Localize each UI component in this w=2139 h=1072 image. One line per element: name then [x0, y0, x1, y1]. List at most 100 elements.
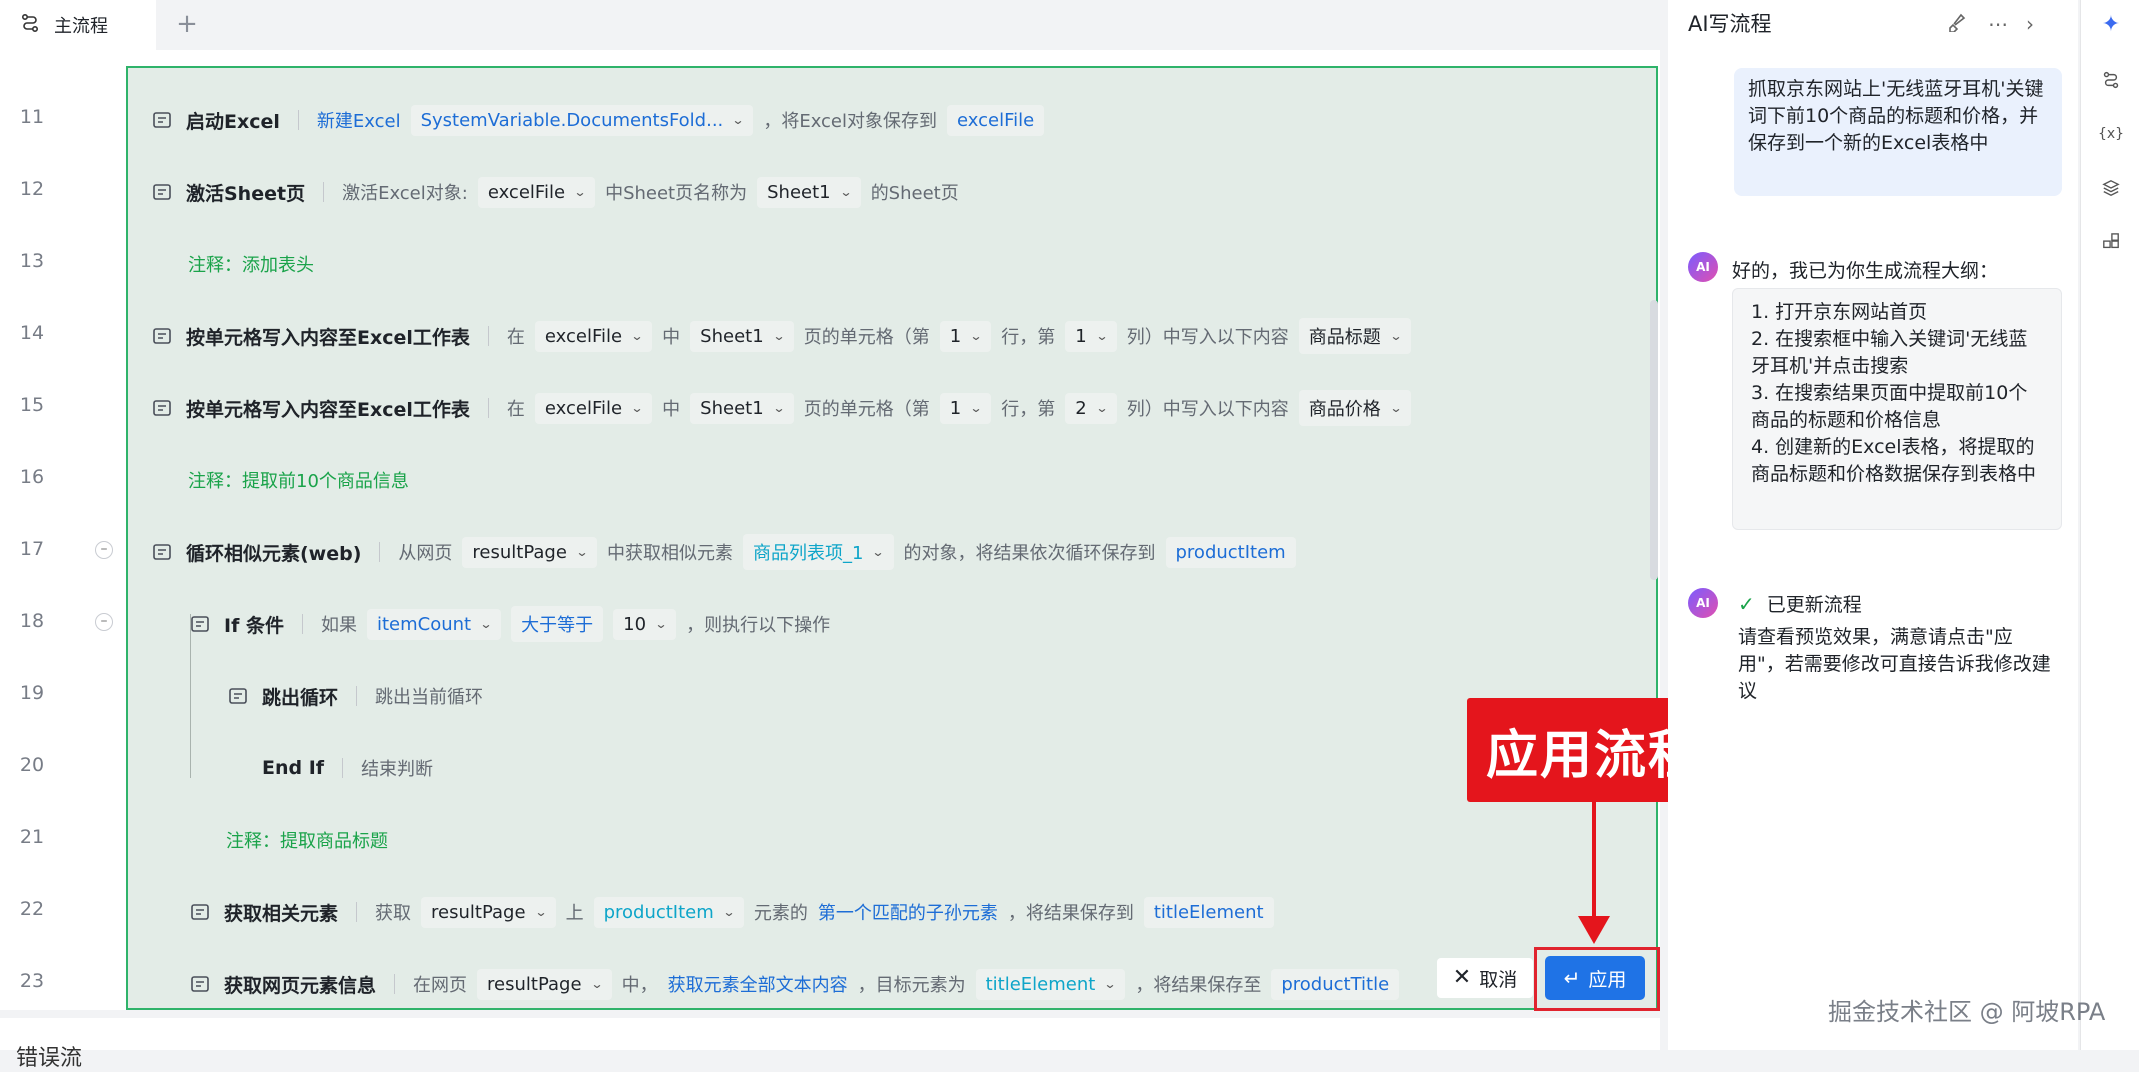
- divider: [379, 542, 381, 562]
- ai-sparkle-icon[interactable]: ✦: [2097, 10, 2125, 38]
- flow-step-row[interactable]: 按单元格写入内容至Excel工作表 在 excelFile ⌄ 中 Sheet1 ⌄ 页的单元…: [150, 383, 1421, 433]
- param-link[interactable]: 第一个匹配的子孙元素: [818, 899, 998, 925]
- chevron-down-icon: ⌄: [1389, 401, 1403, 415]
- outline-box: 1. 打开京东网站首页 2. 在搜索框中输入关键词'无线蓝牙耳机'并点击搜索 3…: [1732, 288, 2062, 530]
- step-text: 列）中写入以下内容: [1126, 327, 1289, 348]
- apply-button[interactable]: ↵ 应用: [1545, 956, 1645, 1000]
- variable-icon[interactable]: {x}: [2097, 120, 2125, 148]
- step-text: 行，第: [1001, 327, 1056, 348]
- step-text: 在: [506, 399, 525, 420]
- flow-step-row[interactable]: 激活Sheet页 激活Excel对象: excelFile ⌄ 中Sheet页名称为 Sh…: [150, 167, 969, 217]
- outline-item: 3. 在搜索结果页面中提取前10个商品的标题和价格信息: [1751, 382, 2028, 431]
- chevron-down-icon: ⌄: [969, 401, 983, 415]
- flow-step-row[interactable]: 注释：提取前10个商品信息: [188, 455, 409, 505]
- param-variable[interactable]: 大于等于: [511, 606, 604, 642]
- divider: [487, 326, 489, 346]
- watermark: 掘金技术社区 @ 阿坡RPA: [1828, 998, 2106, 1026]
- chevron-right-icon[interactable]: ›: [2026, 12, 2034, 36]
- param-variable[interactable]: titleElement: [1143, 896, 1274, 928]
- divider: [356, 686, 358, 706]
- param-dropdown[interactable]: Sheet1 ⌄: [757, 176, 861, 208]
- excel-write-icon: [150, 324, 174, 348]
- param-variable[interactable]: productTitle: [1271, 968, 1400, 1000]
- line-number: 23: [19, 970, 45, 992]
- param-variable[interactable]: productItem: [1165, 536, 1296, 568]
- step-text: 结束判断: [361, 759, 434, 780]
- flow-step-row[interactable]: 获取相关元素 获取 resultPage ⌄ 上 productItem ⌄ 元素的 第一个匹配…: [188, 887, 1284, 937]
- flow-step-row[interactable]: End If 结束判断: [262, 743, 443, 793]
- param-dropdown[interactable]: excelFile ⌄: [534, 392, 653, 424]
- flow-step-row[interactable]: If 条件 如果 itemCount ⌄ 大于等于 10 ⌄ ，则执行以下操作: [188, 599, 840, 649]
- param-dropdown[interactable]: itemCount ⌄: [366, 608, 502, 640]
- param-dropdown[interactable]: SystemVariable.DocumentsFold... ⌄: [410, 104, 754, 136]
- components-icon[interactable]: [2097, 228, 2125, 256]
- param-dropdown[interactable]: 1 ⌄: [939, 392, 992, 424]
- param-dropdown[interactable]: excelFile ⌄: [477, 176, 596, 208]
- brush-icon[interactable]: [1946, 12, 1966, 37]
- param-dropdown[interactable]: resultPage ⌄: [477, 968, 612, 1000]
- step-comment: 注释：提取商品标题: [226, 831, 388, 852]
- step-text: ，目标元素为: [857, 975, 966, 996]
- flow-step-row[interactable]: 注释：添加表头: [188, 239, 314, 289]
- layers-icon[interactable]: [2097, 174, 2125, 202]
- flow-step-row[interactable]: 获取网页元素信息 在网页 resultPage ⌄ 中， 获取元素全部文本内容 ，目标元素为…: [188, 959, 1409, 1009]
- flow-step-row[interactable]: 启动Excel 新建Excel SystemVariable.DocumentsFo…: [150, 95, 1054, 145]
- more-icon[interactable]: ⋯: [1988, 12, 2008, 36]
- tab-bar: 主流程 +: [0, 0, 1668, 50]
- flow-icon[interactable]: [2097, 66, 2125, 94]
- param-value: 大于等于: [521, 615, 594, 636]
- param-dropdown[interactable]: titleElement ⌄: [975, 968, 1126, 1000]
- param-dropdown[interactable]: resultPage ⌄: [421, 896, 556, 928]
- param-dropdown[interactable]: 10 ⌄: [613, 608, 677, 640]
- flow-step-row[interactable]: 注释：提取商品标题: [226, 815, 388, 865]
- webpage-info-icon: [188, 972, 212, 996]
- tab-main-label: 主流程: [54, 16, 108, 37]
- tab-main-flow[interactable]: 主流程: [0, 0, 156, 50]
- param-dropdown[interactable]: productItem ⌄: [593, 896, 744, 928]
- fold-toggle[interactable]: –: [95, 541, 113, 559]
- flow-step-row[interactable]: 跳出循环 跳出当前循环: [226, 671, 493, 721]
- param-dropdown[interactable]: resultPage ⌄: [462, 536, 597, 568]
- param-dropdown[interactable]: 商品价格 ⌄: [1298, 390, 1411, 426]
- param-link[interactable]: 新建Excel: [317, 107, 401, 133]
- divider: [394, 974, 396, 994]
- param-link[interactable]: 获取元素全部文本内容: [668, 971, 848, 997]
- user-message: 抓取京东网站上'无线蓝牙耳机'关键词下前10个商品的标题和价格，并保存到一个新的…: [1734, 68, 2062, 196]
- line-number: 15: [19, 394, 45, 416]
- param-dropdown[interactable]: 商品列表项_1 ⌄: [742, 534, 894, 570]
- step-text: ，将结果保存到: [1007, 903, 1134, 924]
- param-dropdown[interactable]: 1 ⌄: [1065, 320, 1117, 352]
- param-dropdown[interactable]: Sheet1 ⌄: [690, 320, 794, 352]
- param-value: resultPage: [487, 973, 582, 995]
- param-dropdown[interactable]: 商品标题 ⌄: [1298, 318, 1411, 354]
- add-tab-button[interactable]: +: [172, 10, 202, 40]
- if-branch-icon: [188, 612, 212, 636]
- flow-step-row[interactable]: 按单元格写入内容至Excel工作表 在 excelFile ⌄ 中 Sheet1 ⌄ 页的单元…: [150, 311, 1421, 361]
- line-number: 13: [19, 250, 45, 272]
- line-number: 22: [19, 898, 45, 920]
- param-value: 商品标题: [1308, 327, 1381, 348]
- fold-toggle[interactable]: –: [95, 613, 113, 631]
- chevron-down-icon: ⌄: [590, 977, 604, 991]
- param-dropdown[interactable]: 1 ⌄: [939, 320, 992, 352]
- error-flow-tab[interactable]: 错误流: [16, 1040, 82, 1072]
- step-title: 启动Excel: [186, 110, 280, 133]
- param-dropdown[interactable]: 2 ⌄: [1065, 392, 1117, 424]
- param-dropdown[interactable]: excelFile ⌄: [534, 320, 653, 352]
- step-comment: 注释：提取前10个商品信息: [188, 471, 409, 492]
- step-text: 的对象，将结果依次循环保存到: [903, 543, 1156, 564]
- param-dropdown[interactable]: Sheet1 ⌄: [690, 392, 794, 424]
- divider: [487, 398, 489, 418]
- editor-scrollbar[interactable]: [1650, 300, 1658, 580]
- param-variable[interactable]: excelFile: [947, 104, 1045, 136]
- step-text: 获取: [375, 903, 412, 924]
- param-value: itemCount: [376, 613, 472, 635]
- step-text: 在网页: [413, 975, 468, 996]
- step-title: If 条件: [224, 614, 284, 637]
- update-status: ✓ 已更新流程: [1738, 590, 1862, 617]
- cancel-button[interactable]: ✕ 取消: [1437, 958, 1533, 998]
- chevron-down-icon: ⌄: [1389, 329, 1403, 343]
- flow-step-row[interactable]: 循环相似元素(web) 从网页 resultPage ⌄ 中获取相似元素 商品列表项_1 ⌄…: [150, 527, 1306, 577]
- line-number: 18: [19, 610, 45, 632]
- param-value: 1: [949, 397, 962, 419]
